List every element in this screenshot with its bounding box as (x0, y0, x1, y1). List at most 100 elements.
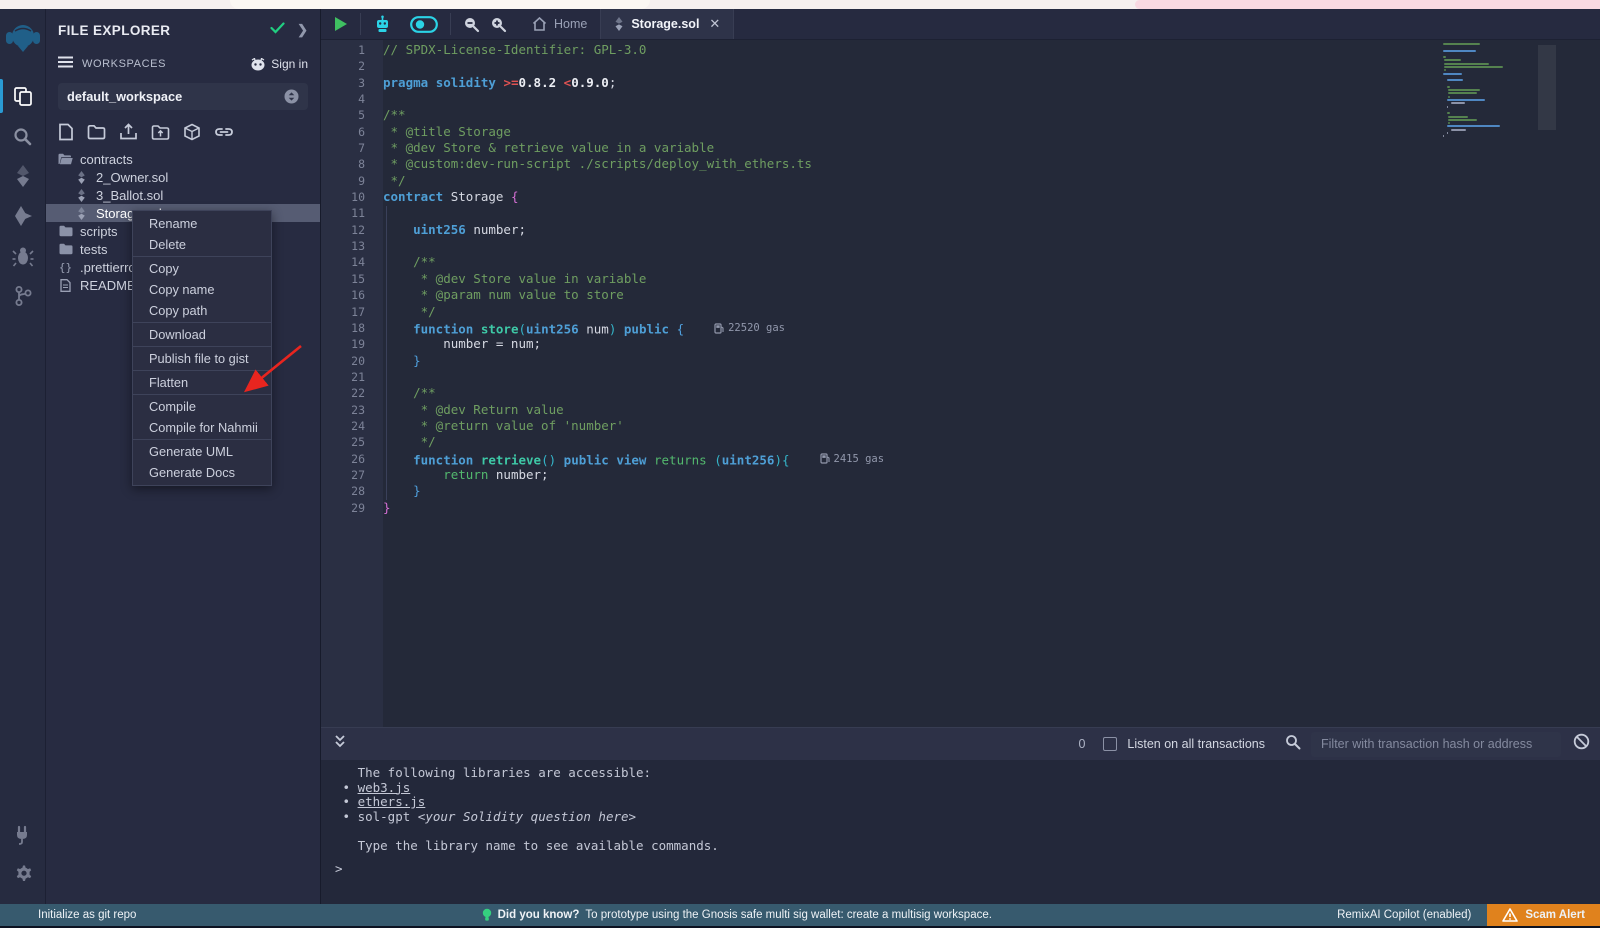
terminal-link-ethers-js[interactable]: ethers.js (358, 794, 426, 809)
upload-folder-icon[interactable] (151, 124, 170, 141)
context-menu-item-rename[interactable]: Rename (133, 213, 271, 234)
editor-scrollbar-thumb[interactable] (1538, 45, 1556, 130)
run-script-button[interactable] (321, 9, 360, 39)
sign-in-button[interactable]: Sign in (250, 57, 308, 71)
import-link-icon[interactable] (214, 125, 234, 139)
minimap-line (1448, 119, 1476, 121)
minimap-line (1443, 50, 1476, 52)
rail-debugger-icon[interactable] (0, 236, 46, 276)
panel-collapse-chevron-icon[interactable]: ❯ (297, 22, 308, 38)
tree-item-3-ballot-sol[interactable]: 3_Ballot.sol (46, 186, 320, 204)
terminal-output[interactable]: The following libraries are accessible: … (321, 760, 1600, 904)
zoom-out-icon[interactable] (451, 9, 485, 39)
context-menu-item-generate-uml[interactable]: Generate UML (133, 441, 271, 462)
line-number[interactable]: 6 (321, 124, 365, 140)
terminal-line: The following libraries are accessible: (335, 766, 1600, 781)
ai-copilot-robot-icon[interactable] (361, 9, 398, 39)
context-menu-item-delete[interactable]: Delete (133, 234, 271, 255)
remix-logo-icon[interactable] (0, 14, 46, 62)
context-menu-item-copy-path[interactable]: Copy path (133, 300, 271, 321)
rail-git-icon[interactable] (0, 276, 46, 316)
line-number[interactable]: 17 (321, 304, 365, 320)
context-menu-item-compile[interactable]: Compile (133, 396, 271, 417)
rail-search-icon[interactable] (0, 116, 46, 156)
line-number[interactable]: 29 (321, 500, 365, 516)
line-number[interactable]: 5 (321, 107, 365, 123)
terminal-search-icon[interactable] (1285, 734, 1301, 755)
terminal-expand-chevrons-icon[interactable] (333, 734, 347, 755)
terminal-prompt[interactable]: > (335, 862, 1600, 877)
line-number[interactable]: 3 (321, 75, 365, 91)
hamburger-menu-icon[interactable] (58, 55, 73, 73)
line-number[interactable]: 13 (321, 238, 365, 254)
load-cube-icon[interactable] (183, 123, 201, 141)
line-number[interactable]: 9 (321, 173, 365, 189)
editor-minimap[interactable] (1443, 43, 1533, 139)
line-number[interactable]: 7 (321, 140, 365, 156)
line-number[interactable]: 25 (321, 434, 365, 450)
line-number[interactable]: 18 (321, 320, 365, 336)
code-line: 26 function retrieve() public view retur… (321, 451, 1600, 467)
line-number[interactable]: 15 (321, 271, 365, 287)
upload-file-icon[interactable] (119, 123, 138, 141)
line-number[interactable]: 24 (321, 418, 365, 434)
code-text: pragma solidity >=0.8.2 <0.9.0; (383, 75, 616, 91)
new-folder-icon[interactable] (87, 124, 106, 140)
git-init-status[interactable]: Initialize as git repo (38, 909, 136, 921)
rail-solidity-compiler-icon[interactable] (0, 156, 46, 196)
line-number[interactable]: 8 (321, 156, 365, 172)
line-number[interactable]: 22 (321, 385, 365, 401)
line-number[interactable]: 12 (321, 222, 365, 238)
listen-all-transactions-checkbox[interactable] (1103, 737, 1117, 751)
code-editor[interactable]: 1// SPDX-License-Identifier: GPL-3.023pr… (321, 40, 1600, 727)
line-number[interactable]: 23 (321, 402, 365, 418)
minimap-line (1444, 59, 1461, 61)
context-menu-item-flatten[interactable]: Flatten (133, 372, 271, 393)
context-menu-item-generate-docs[interactable]: Generate Docs (133, 462, 271, 483)
line-number[interactable]: 27 (321, 467, 365, 483)
zoom-in-icon[interactable] (485, 9, 519, 39)
new-file-icon[interactable] (58, 123, 74, 141)
tab-storage-sol[interactable]: Storage.sol ✕ (600, 9, 734, 39)
context-menu-item-publish-file-to-gist[interactable]: Publish file to gist (133, 348, 271, 369)
rail-file-explorer-icon[interactable] (0, 76, 46, 116)
context-menu-item-copy[interactable]: Copy (133, 258, 271, 279)
line-number[interactable]: 2 (321, 58, 365, 74)
rail-deploy-run-icon[interactable] (0, 196, 46, 236)
line-number[interactable]: 10 (321, 189, 365, 205)
rail-plugin-manager-icon[interactable] (0, 814, 46, 854)
context-menu-item-copy-name[interactable]: Copy name (133, 279, 271, 300)
line-number[interactable]: 26 (321, 451, 365, 467)
context-menu-item-compile-for-nahmii[interactable]: Compile for Nahmii (133, 417, 271, 438)
code-line: 23 * @dev Return value (321, 402, 1600, 418)
line-number[interactable]: 28 (321, 483, 365, 499)
line-number[interactable]: 21 (321, 369, 365, 385)
clear-terminal-ban-icon[interactable] (1573, 733, 1590, 755)
line-number[interactable]: 14 (321, 254, 365, 270)
listen-all-transactions-label: Listen on all transactions (1127, 737, 1265, 751)
tab-home[interactable]: Home (519, 9, 600, 39)
line-number[interactable]: 4 (321, 91, 365, 107)
workspace-select[interactable]: default_workspace (58, 83, 308, 110)
transaction-filter-input[interactable] (1311, 732, 1561, 757)
scam-alert-button[interactable]: Scam Alert (1487, 904, 1600, 926)
context-menu-divider (133, 322, 271, 323)
tab-close-icon[interactable]: ✕ (709, 16, 720, 32)
solidity-icon (74, 171, 89, 184)
code-line: 27 return number; (321, 467, 1600, 483)
code-line: 28 } (321, 483, 1600, 499)
copilot-status[interactable]: RemixAI Copilot (enabled) (1337, 909, 1471, 921)
line-number[interactable]: 19 (321, 336, 365, 352)
copilot-toggle[interactable] (398, 9, 450, 39)
code-text: number = num; (383, 336, 541, 352)
code-text: */ (383, 304, 436, 320)
line-number[interactable]: 1 (321, 42, 365, 58)
terminal-link-web3-js[interactable]: web3.js (358, 780, 411, 795)
tree-item-contracts[interactable]: contracts (46, 150, 320, 168)
tree-item-2-owner-sol[interactable]: 2_Owner.sol (46, 168, 320, 186)
rail-settings-gear-icon[interactable] (0, 854, 46, 894)
line-number[interactable]: 11 (321, 205, 365, 221)
line-number[interactable]: 20 (321, 353, 365, 369)
line-number[interactable]: 16 (321, 287, 365, 303)
context-menu-item-download[interactable]: Download (133, 324, 271, 345)
